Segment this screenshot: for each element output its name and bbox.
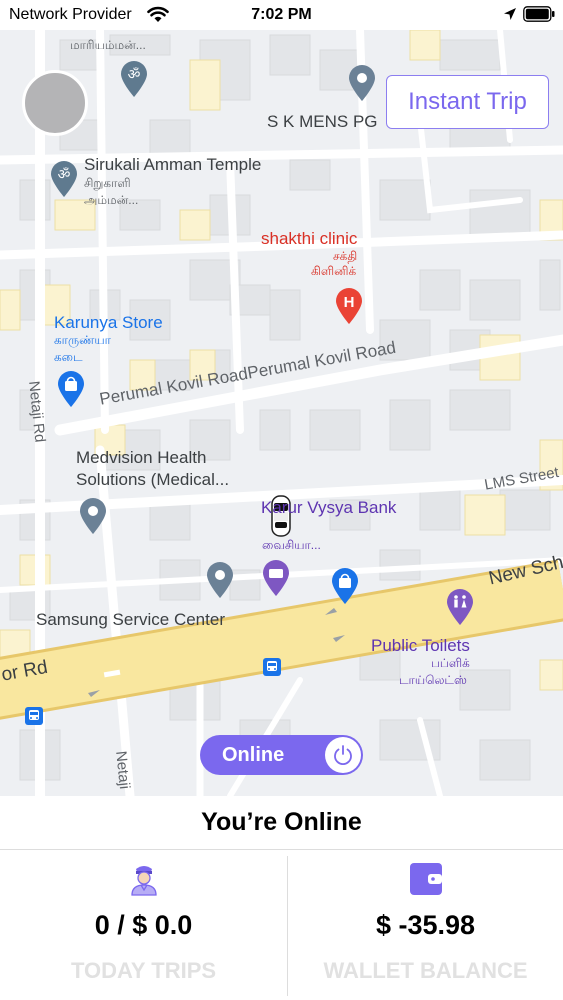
- map-canvas: [0, 30, 563, 796]
- svg-text:ॐ: ॐ: [58, 167, 71, 183]
- wallet-balance-stat[interactable]: $ -35.98 WALLET BALANCE: [288, 856, 563, 996]
- bus-stop-icon[interactable]: [263, 658, 281, 676]
- online-status-title: You’re Online: [201, 808, 362, 836]
- map-label: சிறுகாளி: [84, 176, 131, 190]
- wallet-balance-caption: WALLET BALANCE: [323, 958, 528, 983]
- temple-pin-icon[interactable]: ॐ: [119, 60, 149, 98]
- online-toggle[interactable]: Online: [200, 735, 363, 775]
- battery-icon: [523, 6, 555, 22]
- shopping-pin-icon[interactable]: [330, 567, 360, 605]
- map-label: S K MENS PG: [267, 112, 378, 131]
- map-label: சக்தி: [333, 249, 358, 263]
- toggle-knob[interactable]: [325, 737, 361, 773]
- shopping-pin-icon[interactable]: [56, 370, 86, 408]
- place-pin-icon[interactable]: [347, 64, 377, 102]
- map-label: Samsung Service Center: [36, 610, 225, 629]
- wallet-balance-value: $ -35.98: [375, 910, 476, 940]
- power-icon: [334, 745, 352, 766]
- map-label: shakthi clinic: [261, 229, 358, 248]
- map-label: Solutions (Medical...: [76, 470, 230, 489]
- map-label: பப்ளிக்: [431, 656, 470, 670]
- map-label: Sirukali Amman Temple: [84, 155, 262, 174]
- wallet-icon: [409, 863, 442, 895]
- map-label: அம்மன்...: [84, 193, 139, 207]
- avatar[interactable]: [22, 70, 88, 136]
- hospital-pin-icon[interactable]: H: [334, 287, 364, 325]
- place-pin-icon[interactable]: [78, 497, 108, 535]
- clock: 7:02 PM: [251, 6, 312, 23]
- map-street-label: Netaji: [112, 750, 134, 791]
- status-panel: You’re Online 0 / $ 0.0 TODAY TRIPS $ -3…: [0, 796, 563, 1000]
- status-bar: Network Provider 7:02 PM: [0, 0, 563, 30]
- map-label: Karunya Store: [54, 313, 163, 332]
- today-trips-stat[interactable]: 0 / $ 0.0 TODAY TRIPS: [0, 856, 287, 996]
- map-label: கிளினிக்: [311, 264, 357, 278]
- bank-pin-icon[interactable]: [261, 559, 291, 597]
- temple-pin-icon[interactable]: ॐ: [49, 160, 79, 198]
- map-label: வைசியா...: [262, 538, 321, 552]
- today-trips-caption: TODAY TRIPS: [70, 958, 217, 983]
- svg-text:H: H: [344, 294, 355, 311]
- map-view[interactable]: ॐ ॐ H மாரியம்மன்... S K MENS PG Sirukali…: [0, 30, 563, 796]
- instant-trip-button[interactable]: Instant Trip: [386, 75, 549, 129]
- bus-stop-icon[interactable]: [25, 707, 43, 725]
- place-pin-icon[interactable]: [205, 561, 235, 599]
- svg-text:ॐ: ॐ: [128, 67, 141, 83]
- divider: [0, 849, 563, 850]
- location-arrow-icon: [504, 8, 516, 20]
- map-label: கடை: [54, 350, 83, 364]
- map-label: Public Toilets: [371, 636, 470, 655]
- map-label: Medvision Health: [76, 448, 207, 467]
- map-label: காருண்யா: [54, 333, 111, 347]
- today-trips-value: 0 / $ 0.0: [94, 910, 193, 940]
- driver-icon: [130, 866, 157, 896]
- online-toggle-label: Online: [222, 744, 285, 766]
- map-label: Karur Vysya Bank: [261, 498, 397, 517]
- map-label: டாய்லெட்ஸ்: [399, 673, 467, 687]
- restroom-pin-icon[interactable]: [445, 588, 475, 626]
- map-label: மாரியம்மன்...: [70, 38, 146, 52]
